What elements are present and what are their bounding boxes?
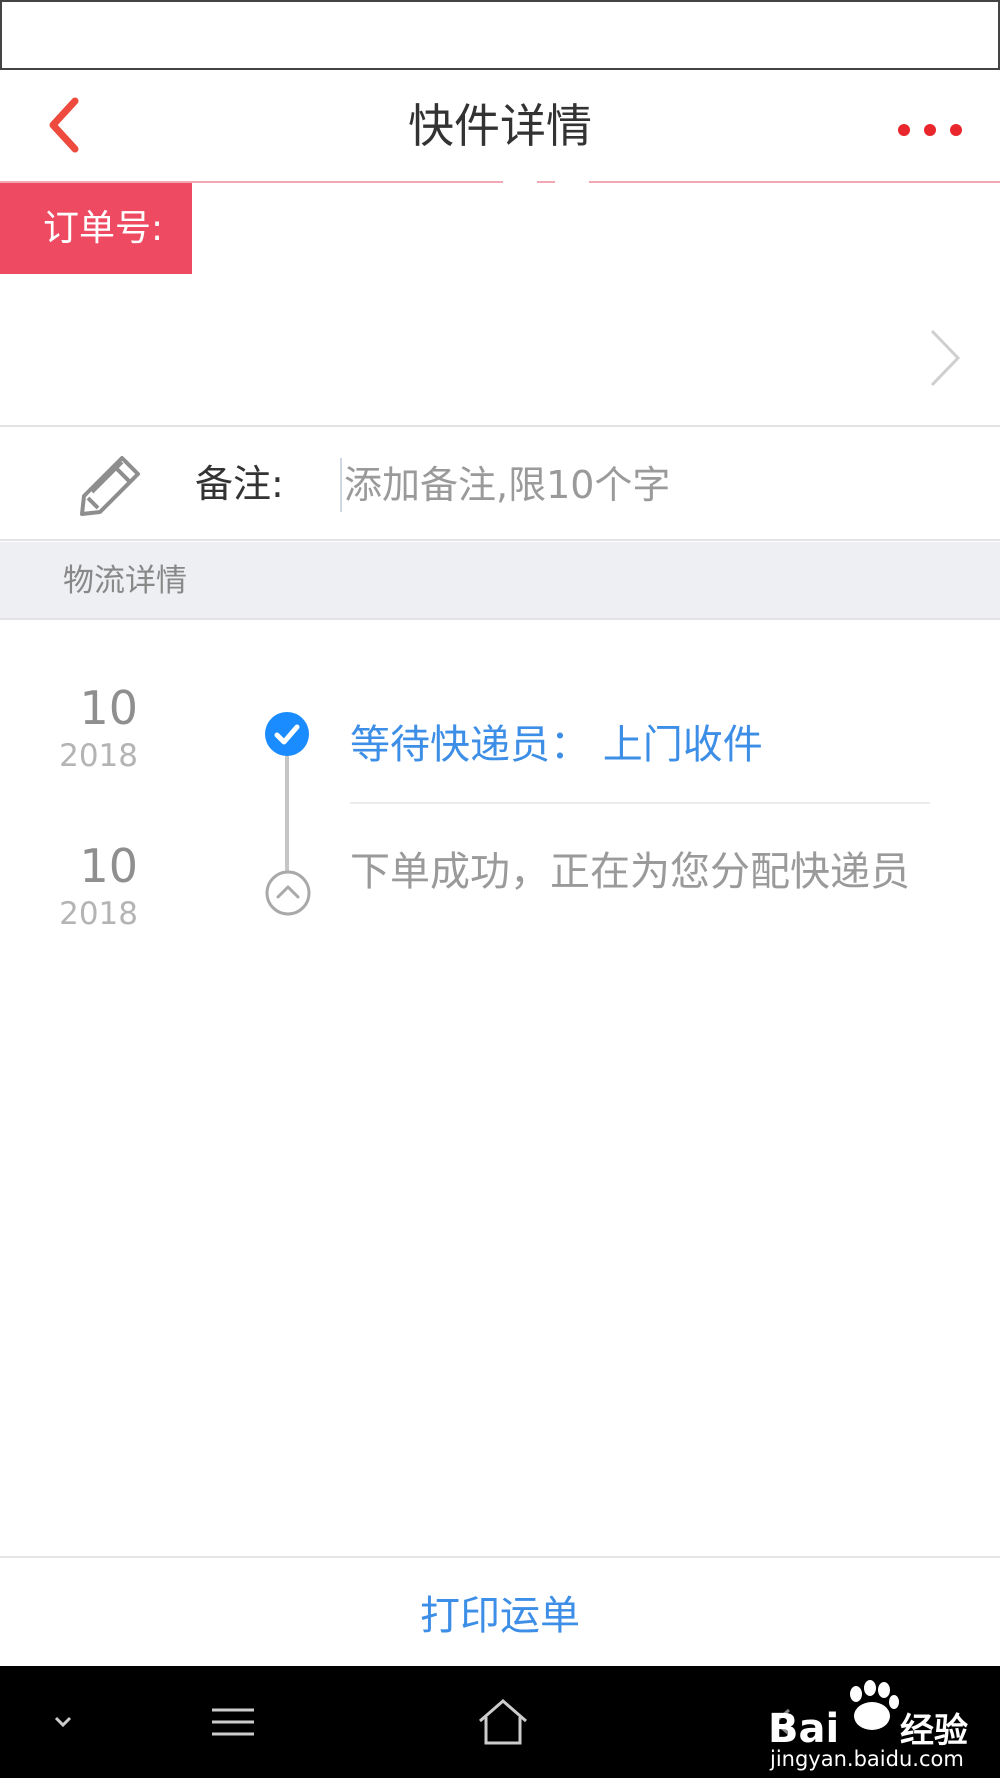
home-icon: [479, 1699, 527, 1745]
timeline-day: 10: [79, 681, 138, 735]
check-circle-icon: [265, 712, 309, 756]
menu-button[interactable]: [198, 1692, 268, 1752]
chevron-down-icon: [54, 1716, 72, 1728]
watermark-url: jingyan.baidu.com: [769, 1747, 964, 1771]
watermark-brand-cn: 经验: [900, 1711, 968, 1751]
order-section[interactable]: 订单号:: [0, 183, 1000, 427]
timeline-date: 10 2018: [50, 680, 138, 776]
timeline-separator: [350, 802, 930, 804]
timeline-year: 2018: [59, 896, 138, 932]
logistics-timeline: 10 2018 10 2018 等待快递员： 上门收件 下单成功，正在为您分配快…: [0, 620, 1000, 1550]
section-title: 物流详情: [63, 563, 187, 599]
chevron-right-icon: [930, 329, 961, 387]
more-dots-icon: [898, 124, 910, 136]
status-bar: [0, 0, 1000, 70]
back-arrow-icon: [49, 97, 79, 153]
timeline-year: 2018: [59, 738, 138, 774]
paw-logo-icon: [850, 1680, 899, 1730]
nav-bar: 快件详情: [0, 70, 1000, 183]
timeline-day: 10: [79, 839, 138, 893]
remark-input[interactable]: [340, 458, 940, 512]
watermark-brand: Bai: [768, 1706, 839, 1752]
menu-icon: [212, 1708, 254, 1736]
baidu-watermark: Bai 经验 jingyan.baidu.com: [768, 1680, 968, 1771]
logistics-section-header: 物流详情: [0, 542, 1000, 620]
home-button[interactable]: [468, 1692, 538, 1752]
back-button[interactable]: [30, 90, 100, 160]
page-title: 快件详情: [408, 99, 592, 153]
timeline-date: 10 2018: [50, 838, 138, 934]
system-nav-bar: Bai 经验 jingyan.baidu.com: [0, 1666, 1000, 1778]
timeline-event-text: 下单成功，正在为您分配快递员: [350, 849, 910, 895]
remark-row: 备注:: [0, 428, 1000, 541]
chevron-up-circle-icon: [265, 870, 311, 916]
more-button[interactable]: [880, 100, 980, 160]
bottom-action-bar: 打印运单: [0, 1556, 1000, 1666]
pencil-icon: [80, 456, 140, 516]
remark-label: 备注:: [195, 462, 284, 506]
timeline-event-text: 等待快递员： 上门收件: [350, 722, 763, 768]
print-waybill-button[interactable]: 打印运单: [0, 1558, 1000, 1666]
hide-keyboard-button[interactable]: [28, 1692, 98, 1752]
order-number-label: 订单号:: [0, 183, 192, 274]
